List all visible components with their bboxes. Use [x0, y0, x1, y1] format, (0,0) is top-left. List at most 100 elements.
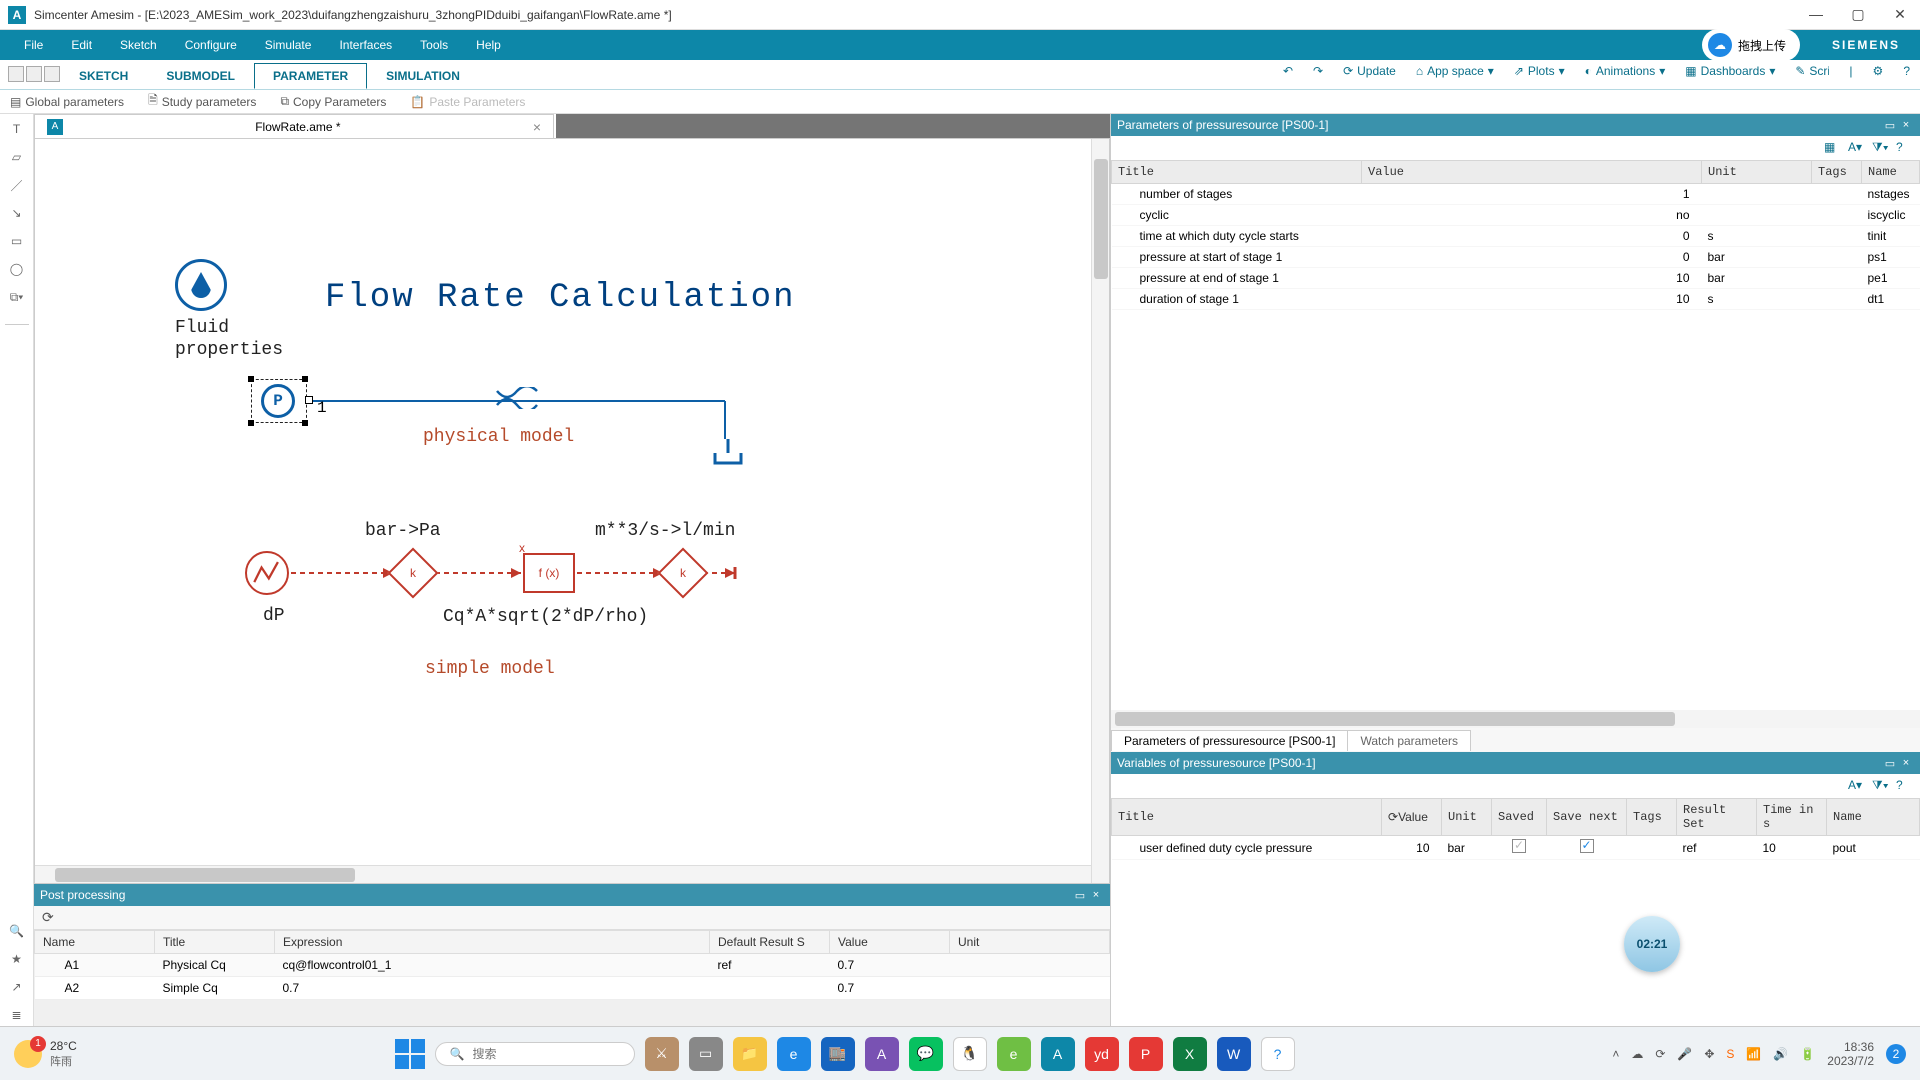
taskbar-app-edge[interactable]: e [777, 1037, 811, 1071]
canvas-h-scrollbar[interactable] [35, 865, 1091, 883]
small-icon-2[interactable] [26, 66, 42, 82]
taskbar-app-explorer[interactable]: 📁 [733, 1037, 767, 1071]
taskbar-app-p[interactable]: P [1129, 1037, 1163, 1071]
taskbar-search[interactable]: 🔍 [435, 1042, 635, 1066]
shape-tool-icon[interactable]: ▱ [7, 148, 27, 166]
var-col-savenext[interactable]: Save next [1547, 799, 1627, 836]
tray-s-icon[interactable]: S [1726, 1047, 1734, 1061]
search-tool-icon[interactable]: 🔍 [7, 922, 27, 940]
favorite-tool-icon[interactable]: ★ [7, 950, 27, 968]
menu-help[interactable]: Help [462, 30, 515, 60]
small-icon-1[interactable] [8, 66, 24, 82]
vars-min-icon[interactable]: ▭ [1882, 757, 1898, 770]
taskbar-app-taskview[interactable]: ▭ [689, 1037, 723, 1071]
var-col-time[interactable]: Time in s [1757, 799, 1827, 836]
var-col-saved[interactable]: Saved [1492, 799, 1547, 836]
menu-simulate[interactable]: Simulate [251, 30, 326, 60]
taskbar-app-wechat[interactable]: 💬 [909, 1037, 943, 1071]
post-refresh-icon[interactable]: ⟳ [42, 909, 54, 926]
tray-sync-icon[interactable]: ⟳ [1655, 1047, 1665, 1061]
tray-mic-icon[interactable]: 🎤 [1677, 1047, 1692, 1061]
param-row[interactable]: pressure at end of stage 110barpe1 [1112, 268, 1920, 289]
pp-col-val[interactable]: Value [830, 931, 950, 954]
document-tab-close[interactable]: × [533, 119, 541, 135]
paste-parameters-button[interactable]: 📋 Paste Parameters [410, 95, 525, 109]
params-tab-main[interactable]: Parameters of pressuresource [PS00-1] [1111, 730, 1348, 751]
taskbar-app-purple[interactable]: A [865, 1037, 899, 1071]
vars-help-icon[interactable]: ? [1896, 778, 1912, 794]
params-close-icon[interactable]: × [1898, 119, 1914, 131]
maximize-button[interactable]: ▢ [1846, 6, 1870, 23]
var-col-tags[interactable]: Tags [1627, 799, 1677, 836]
minimize-button[interactable]: — [1804, 6, 1828, 23]
vars-font-icon[interactable]: A▾ [1848, 778, 1864, 794]
menu-interfaces[interactable]: Interfaces [325, 30, 406, 60]
arrow-tool-icon[interactable]: ↘ [7, 204, 27, 222]
mode-tab-parameter[interactable]: PARAMETER [254, 63, 367, 89]
menu-edit[interactable]: Edit [57, 30, 106, 60]
params-help-icon[interactable]: ? [1896, 140, 1912, 156]
floating-clock-bubble[interactable]: 02:21 [1624, 916, 1680, 972]
undo-button[interactable]: ↶ [1283, 64, 1293, 78]
param-col-title[interactable]: Title [1112, 161, 1362, 184]
close-button[interactable]: ✕ [1888, 6, 1912, 23]
start-button[interactable] [395, 1039, 425, 1069]
search-input[interactable] [473, 1047, 628, 1061]
tool-help-icon[interactable]: ? [1903, 64, 1910, 78]
params-grid-icon[interactable]: ▦ [1824, 140, 1840, 156]
var-col-name[interactable]: Name [1827, 799, 1920, 836]
rect-tool-icon[interactable]: ▭ [7, 232, 27, 250]
upload-float-button[interactable]: ☁ 拖拽上传 [1702, 29, 1800, 61]
params-tab-watch[interactable]: Watch parameters [1348, 730, 1471, 751]
param-col-name[interactable]: Name [1862, 161, 1920, 184]
taskbar-weather[interactable]: 1 28°C 阵雨 [14, 1039, 77, 1069]
var-row[interactable]: user defined duty cycle pressure10barref… [1112, 836, 1920, 860]
params-min-icon[interactable]: ▭ [1882, 119, 1898, 132]
menu-sketch[interactable]: Sketch [106, 30, 171, 60]
global-parameters-button[interactable]: ▤ Global parameters [10, 95, 124, 109]
params-font-icon[interactable]: A▾ [1848, 140, 1864, 156]
param-row[interactable]: number of stages1nstages [1112, 184, 1920, 205]
canvas-v-scrollbar[interactable] [1091, 139, 1109, 883]
port-handle[interactable] [305, 396, 313, 404]
tray-volume-icon[interactable]: 🔊 [1773, 1047, 1788, 1061]
taskbar-app-yd[interactable]: yd [1085, 1037, 1119, 1071]
post-minimize-icon[interactable]: ▭ [1072, 889, 1088, 902]
tray-wifi-icon[interactable]: 📶 [1746, 1047, 1761, 1061]
tool-plots[interactable]: ⇗ Plots ▾ [1514, 64, 1565, 78]
ellipse-tool-icon[interactable]: ◯ [7, 260, 27, 278]
pp-col-unit[interactable]: Unit [950, 931, 1110, 954]
taskbar-app-1[interactable]: ⚔ [645, 1037, 679, 1071]
menu-tools[interactable]: Tools [406, 30, 462, 60]
mode-tab-sketch[interactable]: SKETCH [60, 63, 147, 89]
taskbar-app-qq[interactable]: 🐧 [953, 1037, 987, 1071]
pp-col-title[interactable]: Title [155, 931, 275, 954]
post-close-icon[interactable]: × [1088, 889, 1104, 901]
taskbar-app-help[interactable]: ? [1261, 1037, 1295, 1071]
vars-close-icon[interactable]: × [1898, 757, 1914, 769]
param-row[interactable]: time at which duty cycle starts0stinit [1112, 226, 1920, 247]
pressure-source-block[interactable]: P [251, 379, 311, 427]
tray-chevron-icon[interactable]: ˄ [1612, 1047, 1619, 1061]
taskbar-app-amesim[interactable]: A [1041, 1037, 1075, 1071]
function-block[interactable]: x f (x) [523, 553, 575, 593]
link-tool-icon[interactable]: ↗ [7, 978, 27, 996]
tool-scripting[interactable]: ✎ Scripting [1795, 64, 1829, 78]
pp-col-expr[interactable]: Expression [275, 931, 710, 954]
layers-tool-icon[interactable]: ≣ [7, 1006, 27, 1024]
small-icon-3[interactable] [44, 66, 60, 82]
var-col-unit[interactable]: Unit [1442, 799, 1492, 836]
taskbar-app-green[interactable]: e [997, 1037, 1031, 1071]
tool-update[interactable]: ⟳ Update [1343, 64, 1396, 78]
param-col-unit[interactable]: Unit [1702, 161, 1812, 184]
param-col-value[interactable]: Value [1362, 161, 1702, 184]
sketch-canvas[interactable]: Fluid properties Flow Rate Calculation [34, 138, 1110, 884]
signal-source-block[interactable] [245, 551, 289, 595]
param-col-tags[interactable]: Tags [1812, 161, 1862, 184]
pp-row[interactable]: A2Simple Cq0.70.7 [35, 977, 1110, 1000]
param-row[interactable]: pressure at start of stage 10barps1 [1112, 247, 1920, 268]
tray-notification-badge[interactable]: 2 [1886, 1044, 1906, 1064]
pp-col-name[interactable]: Name [35, 931, 155, 954]
tray-geo-icon[interactable]: ✥ [1704, 1047, 1714, 1061]
study-parameters-button[interactable]: 🗎 Study parameters [148, 91, 256, 112]
